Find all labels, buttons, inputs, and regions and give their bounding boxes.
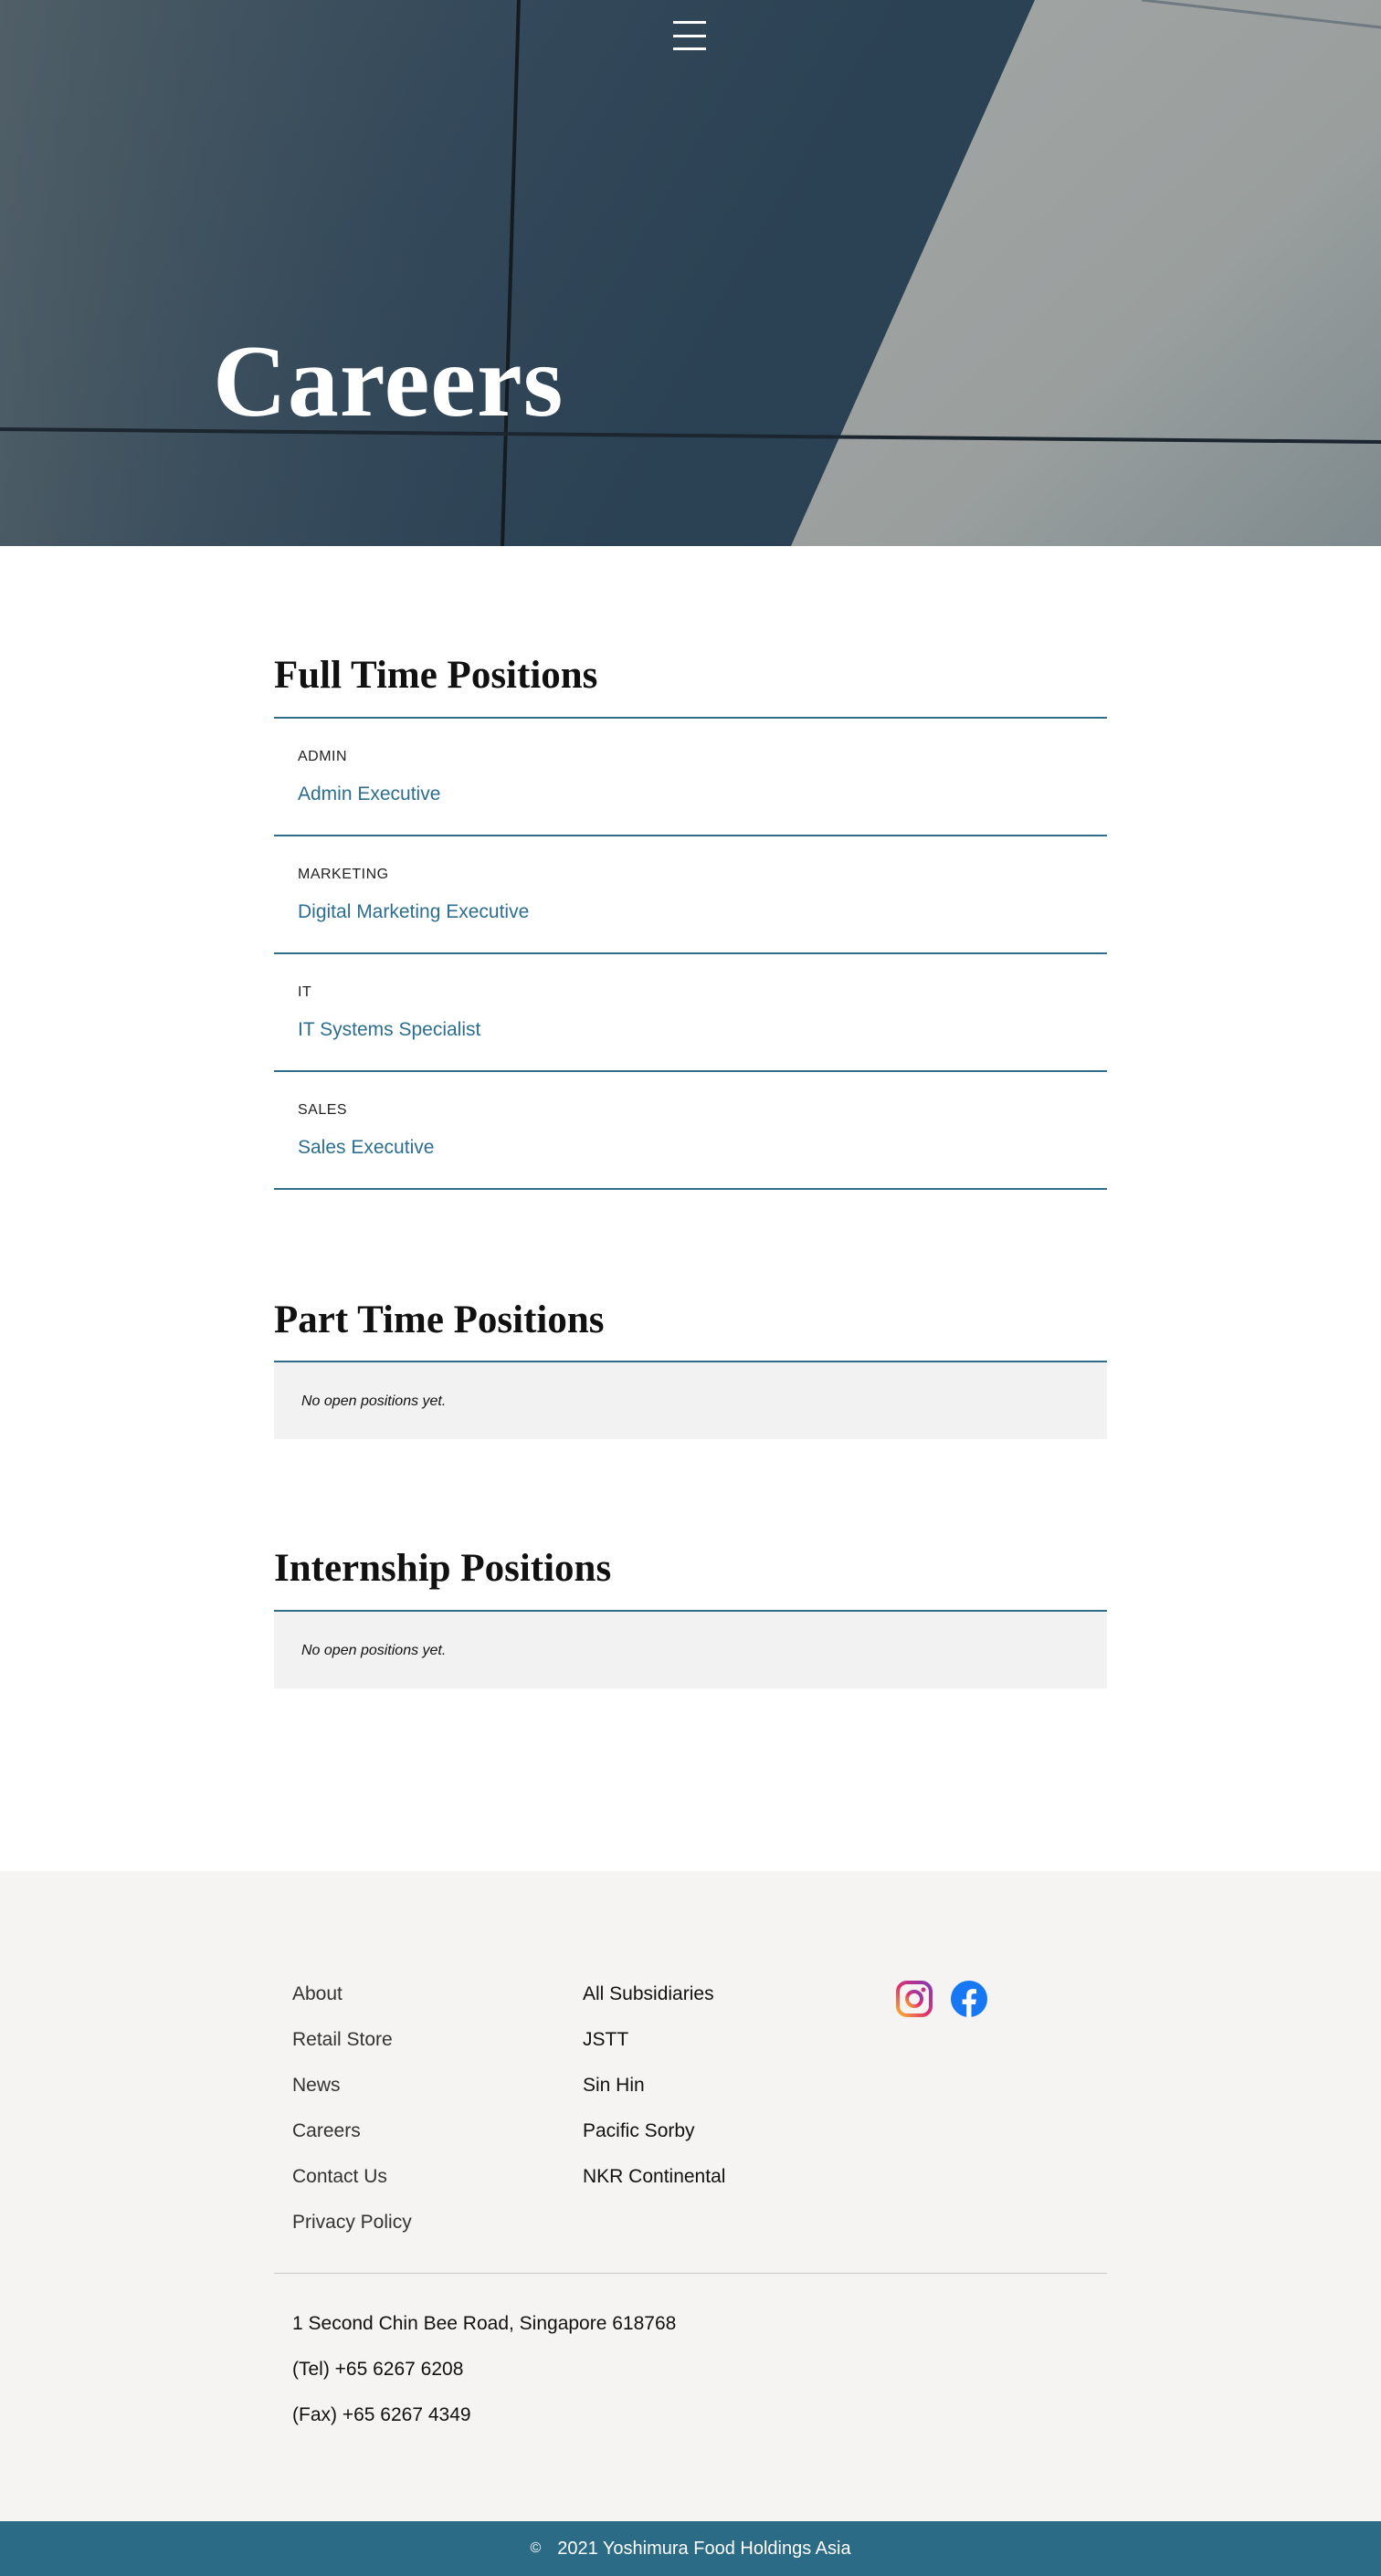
hamburger-menu-icon[interactable] xyxy=(673,20,706,51)
part-time-empty-state: No open positions yet. xyxy=(274,1362,1107,1439)
footer xyxy=(0,1871,1381,2521)
facebook-icon[interactable] xyxy=(950,1980,988,2018)
instagram-icon[interactable] xyxy=(895,1980,933,2018)
copyright-bar: © 2021 Yoshimura Food Holdings Asia xyxy=(0,2521,1381,2576)
footer-link-privacy-policy[interactable]: Privacy Policy xyxy=(292,2212,412,2234)
full-time-heading: Full Time Positions xyxy=(274,654,598,697)
menu-bar xyxy=(673,34,706,37)
copyright-text: 2021 Yoshimura Food Holdings Asia xyxy=(557,2538,851,2559)
footer-link-pacific-sorby[interactable]: Pacific Sorby xyxy=(583,2120,695,2142)
footer-fax: (Fax) +65 6267 4349 xyxy=(292,2404,471,2425)
job-listing-it[interactable]: IT IT Systems Specialist xyxy=(274,954,1107,1072)
footer-link-nkr-continental[interactable]: NKR Continental xyxy=(583,2166,725,2188)
copyright-icon: © xyxy=(530,2540,542,2556)
part-time-heading: Part Time Positions xyxy=(274,1299,605,1341)
footer-link-all-subsidiaries[interactable]: All Subsidiaries xyxy=(583,1983,714,2005)
job-department: IT xyxy=(298,984,312,1000)
footer-telephone: (Tel) +65 6267 6208 xyxy=(292,2359,464,2380)
footer-link-sin-hin[interactable]: Sin Hin xyxy=(583,2075,645,2097)
footer-link-news[interactable]: News xyxy=(292,2075,341,2097)
internship-heading: Internship Positions xyxy=(274,1547,612,1590)
job-title-link[interactable]: IT Systems Specialist xyxy=(298,1019,480,1041)
job-department: ADMIN xyxy=(298,749,348,764)
footer-link-contact-us[interactable]: Contact Us xyxy=(292,2166,387,2188)
empty-state-text: No open positions yet. xyxy=(301,1643,447,1658)
job-title-link[interactable]: Admin Executive xyxy=(298,783,440,805)
job-listing-marketing[interactable]: MARKETING Digital Marketing Executive xyxy=(274,836,1107,954)
footer-divider xyxy=(274,2273,1107,2274)
empty-state-text: No open positions yet. xyxy=(301,1393,447,1409)
footer-link-retail-store[interactable]: Retail Store xyxy=(292,2029,393,2051)
footer-link-careers[interactable]: Careers xyxy=(292,2120,361,2142)
internship-empty-state: No open positions yet. xyxy=(274,1612,1107,1688)
footer-link-jstt[interactable]: JSTT xyxy=(583,2029,628,2051)
job-title-link[interactable]: Digital Marketing Executive xyxy=(298,901,529,923)
job-title-link[interactable]: Sales Executive xyxy=(298,1137,434,1159)
footer-link-about[interactable]: About xyxy=(292,1983,343,2005)
menu-bar xyxy=(673,21,706,24)
footer-address: 1 Second Chin Bee Road, Singapore 618768 xyxy=(292,2313,677,2334)
page-title: Careers xyxy=(213,325,564,438)
job-listing-sales[interactable]: SALES Sales Executive xyxy=(274,1072,1107,1190)
hero-banner: Careers xyxy=(0,0,1381,546)
hero-background-graphic xyxy=(0,0,1381,546)
job-department: SALES xyxy=(298,1102,348,1118)
menu-bar xyxy=(673,47,706,50)
job-department: MARKETING xyxy=(298,867,389,882)
job-listing-admin[interactable]: ADMIN Admin Executive xyxy=(274,719,1107,836)
